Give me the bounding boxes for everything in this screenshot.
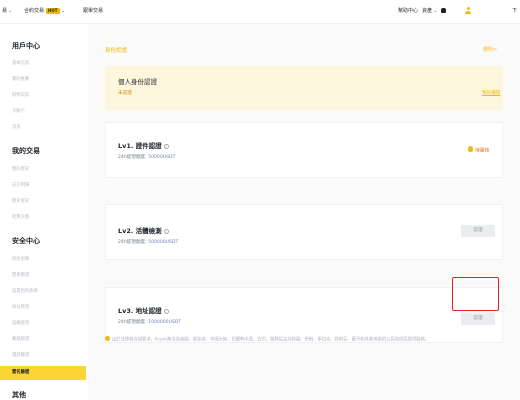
level-card-lv2: Lv2. 活體檢測 i 24h提現額度: 500000USDT 認證 [105, 204, 503, 260]
level-title: Lv1. 證件認證 i [118, 140, 169, 150]
sidebar-item-order-history[interactable]: 歷史委託 [12, 198, 29, 204]
pending-icon [468, 146, 473, 152]
sidebar-item-device-management[interactable]: 設備管理 [12, 320, 29, 326]
sidebar-section-other: 其他 [12, 391, 26, 399]
rules-link[interactable]: 規則> [483, 46, 497, 53]
compliance-notice: 出於法律和合規要求，Kcpkt無法為美國、新加坡、中國大陸、巴爾幹半島、古巴、朝… [105, 336, 505, 345]
sidebar-section-my-trades: 我的交易 [12, 147, 40, 155]
verify-button-lv3[interactable]: 認證 [461, 313, 495, 325]
pending-status: 待審核 [468, 146, 489, 154]
sidebar-item-trade-details[interactable]: 成交明細 [12, 182, 29, 188]
bell-icon[interactable] [441, 8, 446, 13]
nav-item-label: 易 [2, 8, 8, 14]
sidebar-item-email-verification[interactable]: 郵箱驗證 [12, 336, 29, 342]
sidebar-item-identity-verification[interactable]: 實名驗證 [0, 366, 86, 380]
nav-item-label: 合約交易 [24, 8, 45, 14]
level-title: Lv3. 地址認證 i [118, 305, 169, 315]
highlight-box [452, 277, 499, 311]
sidebar-section-security: 安全中心 [12, 237, 40, 245]
level-card-lv1: Lv1. 證件認證 i 24h提現額度: 50000USDT 待審核 [105, 122, 503, 178]
level-title: Lv2. 活體檢測 i [118, 225, 169, 235]
sidebar-item-referral[interactable]: 我的推薦 [12, 76, 29, 82]
withdraw-limit: 24h提現額度: 50000USDT [118, 155, 176, 160]
sidebar-section-user-center: 用戶中心 [12, 42, 40, 50]
verification-status: 未認證 [118, 91, 132, 96]
chevron-down-icon: ⌄ [61, 8, 65, 13]
sidebar-item-address-management[interactable]: 地址管理 [12, 304, 29, 310]
chevron-down-icon: ⌄ [8, 8, 12, 13]
info-icon[interactable]: i [163, 143, 169, 149]
language-menu[interactable]: 下 [512, 7, 517, 14]
nav-trade-menu[interactable]: 易 ⌄ [2, 7, 12, 14]
lightbulb-icon [105, 336, 110, 341]
chevron-down-icon: ⌄ [433, 8, 437, 13]
main-content: 身份認證 規則> 個人身份認證 未認證 我的權限 Lv1. 證件認證 i 24h提… [90, 24, 520, 400]
page-title: 身份認證 [105, 48, 128, 54]
sidebar-item-messages[interactable]: 消息 [12, 124, 21, 130]
sidebar-item-my-orders[interactable]: 我的委託 [12, 166, 29, 172]
user-icon[interactable] [465, 7, 471, 14]
top-navbar: 易 ⌄ 合約交易 HOT ⌄ 跟單交易 幫助中心 資產 ⌄ 下 [0, 0, 520, 24]
help-center-link[interactable]: 幫助中心 [398, 7, 418, 14]
sidebar-item-settlement[interactable]: 結算交割 [12, 214, 29, 220]
info-icon[interactable]: i [163, 308, 169, 314]
banner-title: 個人身份認證 [118, 78, 157, 86]
nav-futures-menu[interactable]: 合約交易 HOT ⌄ [24, 7, 65, 14]
assets-menu[interactable]: 資產 ⌄ [422, 7, 437, 14]
sidebar-item-anti-phishing[interactable]: 設置防釣魚碼 [12, 288, 38, 294]
sidebar: 用戶中心 基本信息 我的推薦 財務日誌 子賬戶 消息 我的交易 我的委託 成交明… [0, 24, 88, 400]
assets-label: 資產 [422, 8, 433, 14]
info-icon[interactable]: i [163, 228, 169, 234]
sidebar-item-2fa[interactable]: 雙重驗證 [12, 272, 29, 278]
level-card-lv3: Lv3. 地址認證 i 24h提現額度: 1000000USDT 認證 [105, 287, 503, 343]
withdraw-limit: 24h提現額度: 500000USDT [118, 240, 179, 245]
withdraw-limit: 24h提現額度: 1000000USDT [118, 320, 182, 325]
sidebar-item-phone-verification[interactable]: 電話驗證 [12, 352, 29, 358]
sidebar-item-finance-log[interactable]: 財務日誌 [12, 92, 29, 98]
my-permissions-link[interactable]: 我的權限 [482, 90, 500, 96]
sidebar-item-change-password[interactable]: 修改密碼 [12, 256, 29, 262]
sidebar-item-sub-account[interactable]: 子賬戶 [12, 108, 25, 114]
nav-copy-trading[interactable]: 跟單交易 [83, 7, 103, 14]
hot-badge: HOT [46, 8, 60, 14]
verify-button-lv2[interactable]: 認證 [461, 225, 495, 237]
sidebar-item-basic-info[interactable]: 基本信息 [12, 60, 29, 66]
identity-status-banner: 個人身份認證 未認證 我的權限 [105, 66, 503, 110]
